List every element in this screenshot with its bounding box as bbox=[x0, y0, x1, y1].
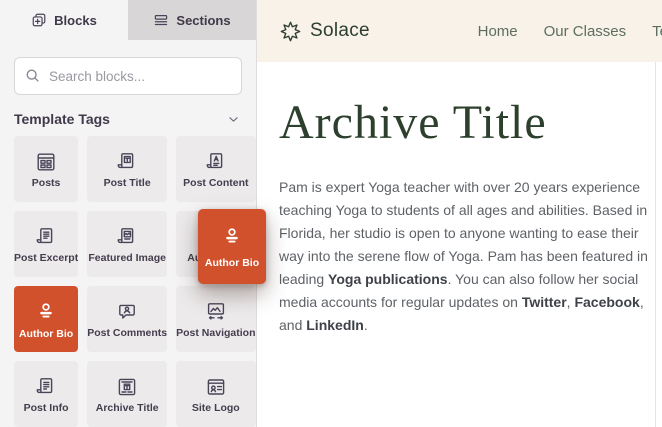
block-tile-label: Post Navigation bbox=[176, 327, 255, 339]
tab-blocks-label: Blocks bbox=[54, 13, 97, 28]
block-tile-post-title[interactable]: Post Title bbox=[87, 136, 167, 202]
author-bio-text[interactable]: Pam is expert Yoga teacher with over 20 … bbox=[279, 176, 651, 337]
post-comments-icon bbox=[115, 300, 139, 324]
block-tile-post-info[interactable]: Post Info bbox=[14, 361, 78, 427]
body-link-linkedin[interactable]: LinkedIn bbox=[306, 317, 364, 333]
featured-image-icon bbox=[115, 225, 139, 249]
post-content-icon bbox=[204, 150, 228, 174]
block-tile-label: Post Comments bbox=[87, 327, 167, 339]
nav-link-our-classes[interactable]: Our Classes bbox=[544, 23, 627, 40]
block-tile-posts[interactable]: Posts bbox=[14, 136, 78, 202]
blocks-icon bbox=[31, 12, 47, 28]
chevron-down-icon[interactable] bbox=[227, 113, 240, 126]
block-tile-label: Post Excerpt bbox=[14, 252, 78, 264]
body-text-segment: . bbox=[364, 317, 368, 333]
sidebar-tabs: Blocks Sections bbox=[0, 0, 256, 40]
post-excerpt-icon bbox=[34, 225, 58, 249]
body-link-facebook[interactable]: Facebook bbox=[574, 294, 639, 310]
sections-icon bbox=[153, 12, 169, 28]
site-logo-icon bbox=[204, 375, 228, 399]
drag-ghost-author-bio[interactable]: Author Bio bbox=[198, 209, 266, 284]
block-tile-label: Site Logo bbox=[192, 402, 240, 414]
block-tile-label: Author Bio bbox=[19, 328, 73, 340]
site-nav: Home Our Classes Te bbox=[478, 23, 662, 40]
preview-canvas: Archive Title Pam is expert Yoga teacher… bbox=[257, 62, 656, 427]
site-header: Solace Home Our Classes Te bbox=[257, 0, 662, 62]
template-tags-title: Template Tags bbox=[14, 111, 110, 127]
block-tile-label: Post Info bbox=[24, 402, 69, 414]
site-logo[interactable]: Solace bbox=[279, 20, 370, 43]
tab-sections-label: Sections bbox=[176, 13, 230, 28]
block-tile-label: Posts bbox=[32, 177, 61, 189]
nav-link-home[interactable]: Home bbox=[478, 23, 518, 40]
block-tile-archive-title[interactable]: Archive Title bbox=[87, 361, 167, 427]
block-tile-label: Post Content bbox=[183, 177, 248, 189]
posts-icon bbox=[34, 150, 58, 174]
block-tile-author-bio[interactable]: Author Bio bbox=[14, 286, 78, 352]
post-title-icon bbox=[115, 150, 139, 174]
page-builder-app: Blocks Sections Template Tags Posts Post … bbox=[0, 0, 662, 427]
nav-link-te[interactable]: Te bbox=[652, 23, 662, 40]
search-icon bbox=[24, 67, 41, 84]
block-tile-label: Post Title bbox=[104, 177, 151, 189]
tab-sections[interactable]: Sections bbox=[128, 0, 256, 40]
block-tile-post-comments[interactable]: Post Comments bbox=[87, 286, 167, 352]
search-blocks-input[interactable] bbox=[14, 57, 242, 95]
tab-blocks[interactable]: Blocks bbox=[0, 0, 128, 40]
post-info-icon bbox=[34, 375, 58, 399]
live-preview: Solace Home Our Classes Te Archive Title P… bbox=[257, 0, 662, 427]
author-bio-icon bbox=[33, 299, 59, 325]
archive-title-heading[interactable]: Archive Title bbox=[279, 95, 655, 150]
body-link-yoga-publications[interactable]: Yoga publications bbox=[328, 271, 448, 287]
archive-title-icon bbox=[115, 375, 139, 399]
block-tile-site-logo[interactable]: Site Logo bbox=[176, 361, 255, 427]
body-link-twitter[interactable]: Twitter bbox=[522, 294, 567, 310]
search-wrap bbox=[14, 57, 242, 95]
drag-ghost-label: Author Bio bbox=[205, 257, 259, 269]
block-tile-label: Archive Title bbox=[96, 402, 159, 414]
lotus-star-icon bbox=[279, 20, 302, 43]
template-tags-header: Template Tags bbox=[14, 111, 240, 127]
site-logo-text: Solace bbox=[310, 20, 370, 42]
post-navigation-icon bbox=[204, 300, 228, 324]
block-tile-post-excerpt[interactable]: Post Excerpt bbox=[14, 211, 78, 277]
block-tile-featured-image[interactable]: Featured Image bbox=[87, 211, 167, 277]
author-bio-icon bbox=[219, 224, 245, 250]
block-tile-post-content[interactable]: Post Content bbox=[176, 136, 255, 202]
block-tile-label: Featured Image bbox=[88, 252, 166, 264]
block-tile-post-navigation[interactable]: Post Navigation bbox=[176, 286, 255, 352]
